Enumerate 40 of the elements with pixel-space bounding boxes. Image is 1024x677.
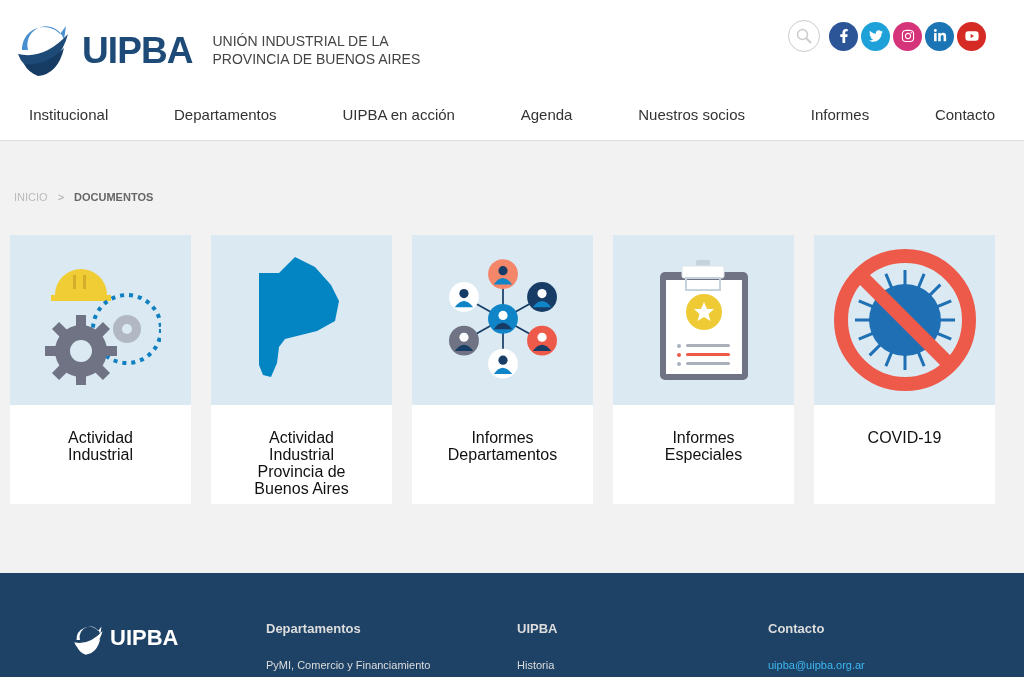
document-card[interactable]: Actividad Industrial Provincia de Buenos Aires bbox=[211, 234, 392, 504]
tagline-text: UNIÓN INDUSTRIAL DE LA bbox=[212, 32, 390, 50]
nav-link[interactable]: Contacto bbox=[934, 103, 995, 127]
footer-heading: Contacto bbox=[768, 620, 826, 638]
document-card[interactable]: Informes Especiales bbox=[613, 234, 794, 504]
footer-link[interactable]: PyMI, Comercio y Financiamiento bbox=[266, 656, 517, 673]
social-link[interactable] bbox=[893, 21, 922, 51]
card-title: COVID-19 bbox=[867, 428, 942, 448]
document-card[interactable]: Actividad Industrial bbox=[10, 234, 191, 504]
tagline-text: PROVINCIA DE BUENOS AIRES bbox=[212, 50, 421, 68]
logo-text: UIPBA bbox=[82, 31, 193, 69]
nav-link[interactable]: Departamentos bbox=[174, 103, 277, 127]
current-page-text: DOCUMENTOS bbox=[74, 190, 154, 205]
instagram-icon bbox=[900, 29, 915, 43]
nav-link[interactable]: Agenda bbox=[520, 103, 573, 127]
nav-link[interactable]: Informes bbox=[810, 103, 870, 127]
no-virus-icon bbox=[831, 246, 978, 393]
nav-link[interactable]: Nuestros socios bbox=[638, 103, 745, 127]
card-title: Actividad Industrial Provincia de Buenos Aires bbox=[253, 428, 350, 499]
footer-link[interactable]: Historia bbox=[517, 656, 768, 673]
card-title: Actividad Industrial bbox=[67, 428, 134, 465]
social-link[interactable] bbox=[957, 21, 986, 51]
footer-link[interactable]: uipba@uipba.org.ar bbox=[768, 656, 1019, 673]
card-title: Informes Departamentos bbox=[446, 428, 559, 465]
linkedin-icon bbox=[932, 29, 947, 43]
card-title: Informes Especiales bbox=[663, 428, 744, 465]
nav-link[interactable]: Institucional bbox=[29, 103, 109, 127]
breadcrumb-separator: > bbox=[57, 190, 65, 205]
document-card[interactable]: Informes Departamentos bbox=[412, 234, 593, 504]
footer-logo-text: UIPBA bbox=[110, 624, 179, 652]
clipboard-star-icon bbox=[657, 257, 750, 382]
search-icon bbox=[796, 28, 812, 44]
social-link[interactable] bbox=[925, 21, 954, 51]
twitter-icon bbox=[868, 29, 883, 43]
footer-heading: Departamentos bbox=[266, 620, 362, 638]
nav-link[interactable]: UIPBA en acción bbox=[342, 103, 455, 127]
social-link[interactable] bbox=[829, 21, 858, 51]
footer-heading: UIPBA bbox=[517, 620, 559, 638]
youtube-icon bbox=[964, 29, 979, 43]
document-card[interactable]: COVID-19 bbox=[814, 234, 995, 504]
